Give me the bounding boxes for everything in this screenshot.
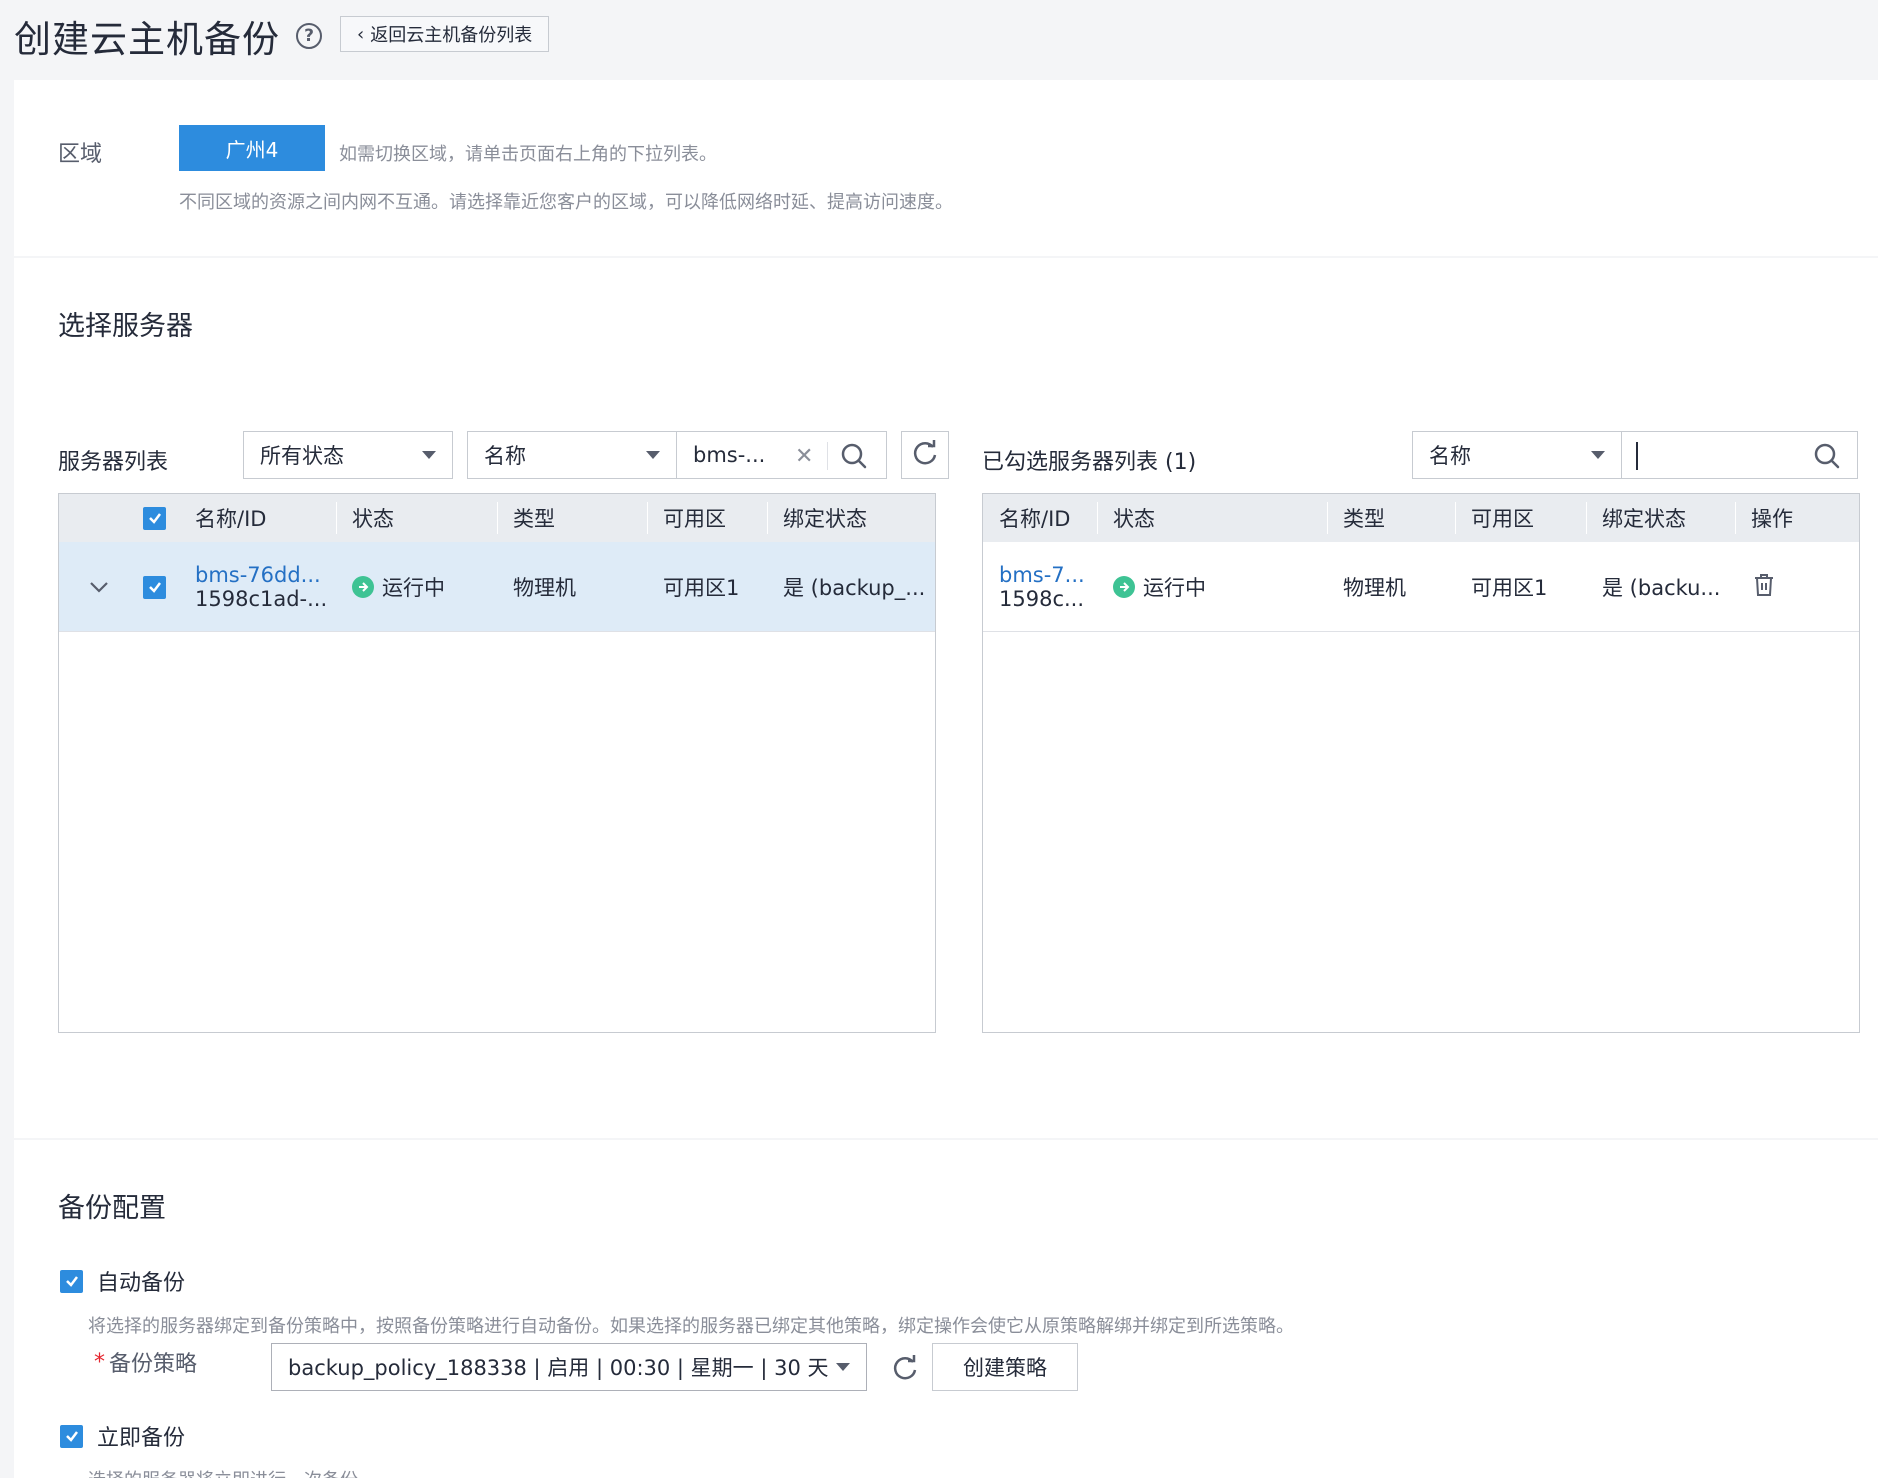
chevron-down-icon	[422, 451, 436, 459]
immediate-backup-label: 立即备份	[97, 1426, 186, 1451]
select-all-checkbox[interactable]	[143, 506, 166, 530]
refresh-icon	[911, 439, 939, 471]
column-az: 可用区	[663, 507, 726, 531]
server-status-cell: 运行中	[336, 542, 445, 632]
selected-name-link[interactable]: bms-7...	[999, 563, 1097, 587]
selected-search-field-select[interactable]: 名称	[1412, 431, 1622, 479]
chevron-down-icon[interactable]	[89, 575, 109, 599]
chevron-down-icon	[836, 1363, 850, 1371]
back-button-label: 返回云主机备份列表	[370, 25, 533, 46]
column-binding: 绑定状态	[783, 507, 867, 531]
server-binding: 是 (backup_...	[783, 576, 926, 600]
selected-az: 可用区1	[1471, 576, 1548, 600]
selected-server-id: 1598c...	[999, 587, 1085, 611]
server-table: 名称/ID 状态 类型 可用区 绑定状态 bms-76dd... 1598c1a…	[58, 493, 936, 1033]
server-table-header: 名称/ID 状态 类型 可用区 绑定状态	[59, 494, 935, 542]
text-cursor	[1636, 442, 1638, 470]
server-name-cell: bms-76dd... 1598c1ad-...	[179, 542, 336, 632]
region-hint: 如需切换区域，请单击页面右上角的下拉列表。	[339, 144, 717, 165]
selected-server-table: 名称/ID 状态 类型 可用区 绑定状态 操作 bms-7... 1598c..…	[982, 493, 1860, 1033]
required-mark: *	[94, 1349, 105, 1375]
auto-backup-hint: 将选择的服务器绑定到备份策略中，按照备份策略进行自动备份。如果选择的服务器已绑定…	[88, 1316, 1294, 1337]
server-selection-card: 选择服务器 服务器列表 所有状态 名称 bms-... ✕ 名称/ID 状态 类…	[14, 258, 1878, 1138]
search-field-value: 名称	[484, 444, 526, 468]
row-checkbox-cell	[129, 542, 166, 632]
selected-status-cell: 运行中	[1097, 542, 1206, 632]
column-status: 状态	[352, 507, 394, 531]
page-title: 创建云主机备份	[14, 18, 280, 61]
column-name-id: 名称/ID	[999, 507, 1071, 531]
selected-type: 物理机	[1343, 576, 1406, 600]
selected-list-label: 已勾选服务器列表 (1)	[982, 450, 1197, 475]
search-icon[interactable]	[1812, 441, 1842, 476]
region-card: 区域 广州4 如需切换区域，请单击页面右上角的下拉列表。 不同区域的资源之间内网…	[14, 80, 1878, 256]
expand-cell	[75, 542, 109, 632]
server-name-link[interactable]: bms-76dd...	[195, 563, 336, 587]
page-header: 创建云主机备份 ?	[14, 14, 322, 61]
search-input-value: bms-...	[693, 443, 766, 467]
refresh-icon[interactable]	[891, 1354, 919, 1386]
backup-config-title: 备份配置	[58, 1193, 166, 1224]
region-latency-hint: 不同区域的资源之间内网不互通。请选择靠近您客户的区域，可以降低网络时延、提高访问…	[179, 192, 953, 213]
backup-config-card: 备份配置 自动备份 将选择的服务器绑定到备份策略中，按照备份策略进行自动备份。如…	[14, 1140, 1878, 1478]
chevron-down-icon	[646, 451, 660, 459]
chevron-down-icon	[1591, 451, 1605, 459]
clear-icon[interactable]: ✕	[795, 444, 813, 469]
policy-label: 备份策略	[109, 1352, 198, 1377]
server-section-title: 选择服务器	[58, 311, 193, 342]
create-policy-button[interactable]: 创建策略	[932, 1343, 1078, 1391]
auto-backup-checkbox[interactable]	[60, 1269, 83, 1293]
server-list-label: 服务器列表	[58, 450, 169, 475]
policy-label-row: * 备份策略	[94, 1346, 197, 1378]
row-checkbox[interactable]	[143, 575, 166, 599]
column-binding: 绑定状态	[1602, 507, 1686, 531]
status-filter-value: 所有状态	[260, 444, 344, 468]
backup-policy-value: backup_policy_188338 | 启用 | 00:30 | 星期一 …	[288, 1356, 829, 1380]
help-icon[interactable]: ?	[296, 23, 322, 49]
selected-search-field-value: 名称	[1429, 444, 1471, 468]
selected-name-cell: bms-7... 1598c...	[983, 542, 1097, 632]
auto-backup-option[interactable]: 自动备份	[60, 1265, 185, 1297]
selected-table-header: 名称/ID 状态 类型 可用区 绑定状态 操作	[983, 494, 1859, 542]
auto-backup-label: 自动备份	[97, 1271, 186, 1296]
column-status: 状态	[1113, 507, 1155, 531]
backup-policy-select[interactable]: backup_policy_188338 | 启用 | 00:30 | 星期一 …	[271, 1343, 867, 1391]
region-label: 区域	[58, 142, 103, 167]
immediate-backup-hint: 选择的服务器将立即进行一次备份。	[88, 1466, 376, 1478]
immediate-backup-option[interactable]: 立即备份	[60, 1420, 185, 1452]
server-id: 1598c1ad-...	[195, 587, 328, 611]
server-status: 运行中	[382, 576, 445, 600]
back-to-list-button[interactable]: ‹ 返回云主机备份列表	[340, 16, 550, 52]
selected-status: 运行中	[1143, 576, 1206, 600]
server-type: 物理机	[513, 576, 576, 600]
server-search-input[interactable]: bms-... ✕	[677, 431, 887, 479]
refresh-button[interactable]	[901, 431, 949, 479]
input-divider	[827, 442, 828, 470]
search-field-select[interactable]: 名称	[467, 431, 677, 479]
column-type: 类型	[1343, 507, 1385, 531]
column-type: 类型	[513, 507, 555, 531]
column-az: 可用区	[1471, 507, 1534, 531]
region-button[interactable]: 广州4	[179, 125, 325, 171]
chevron-left-icon: ‹	[357, 23, 365, 45]
running-icon	[1113, 576, 1135, 598]
immediate-backup-checkbox[interactable]	[60, 1424, 83, 1448]
select-all-cell	[129, 494, 166, 542]
search-icon[interactable]	[839, 441, 869, 476]
trash-icon[interactable]	[1751, 572, 1777, 603]
table-row[interactable]: bms-76dd... 1598c1ad-... 运行中 物理机 可用区1 是 …	[59, 542, 935, 632]
running-icon	[352, 576, 374, 598]
delete-cell	[1735, 542, 1777, 632]
selected-binding: 是 (backu...	[1602, 576, 1721, 600]
column-name-id: 名称/ID	[195, 507, 267, 531]
status-filter-select[interactable]: 所有状态	[243, 431, 453, 479]
table-row: bms-7... 1598c... 运行中 物理机 可用区1 是 (backu.…	[983, 542, 1859, 632]
server-az: 可用区1	[663, 576, 740, 600]
selected-search-input[interactable]	[1622, 431, 1858, 479]
column-actions: 操作	[1751, 507, 1793, 531]
